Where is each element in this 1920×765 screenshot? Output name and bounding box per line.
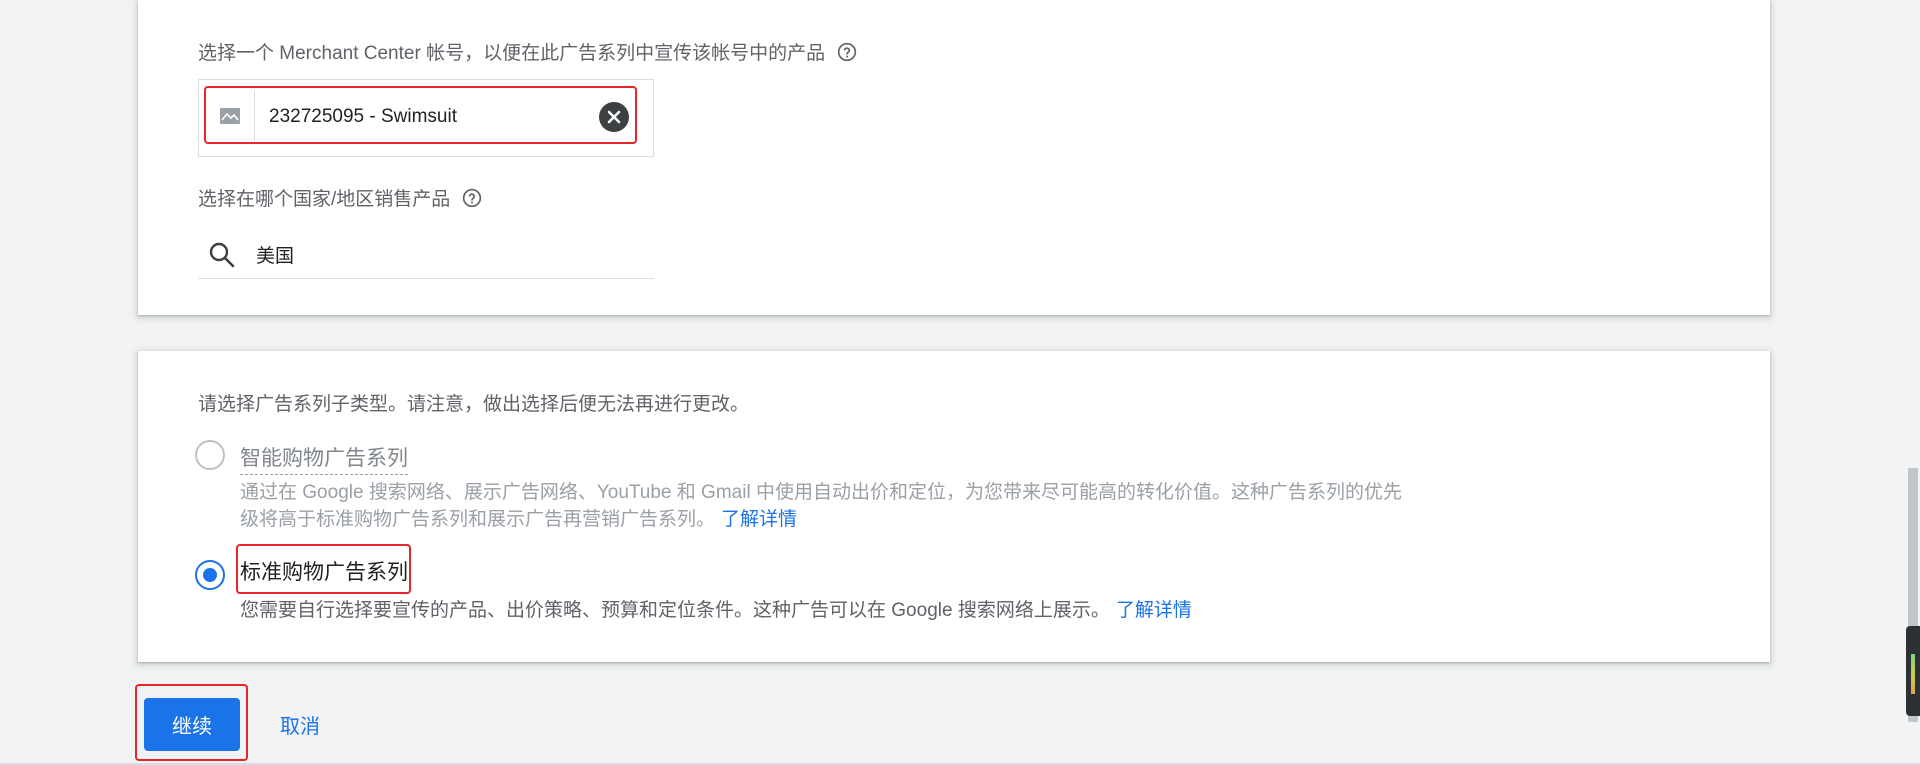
subtype-label: 请选择广告系列子类型。请注意，做出选择后便无法再进行更改。 bbox=[198, 394, 750, 415]
standard-shopping-description: 您需要自行选择要宣传的产品、出价策略、预算和定位条件。这种广告可以在 Googl… bbox=[240, 597, 1420, 624]
search-icon bbox=[208, 241, 236, 269]
side-widget-indicator bbox=[1911, 654, 1915, 694]
side-widget[interactable] bbox=[1906, 626, 1920, 716]
merchant-label-row: 选择一个 Merchant Center 帐号，以便在此广告系列中宣传该帐号中的… bbox=[198, 38, 857, 65]
country-label: 选择在哪个国家/地区销售产品 bbox=[198, 189, 451, 210]
smart-shopping-description-text: 通过在 Google 搜索网络、展示广告网络、YouTube 和 Gmail 中… bbox=[240, 482, 1402, 530]
campaign-setup-page: 选择一个 Merchant Center 帐号，以便在此广告系列中宣传该帐号中的… bbox=[0, 0, 1920, 765]
country-search-field bbox=[198, 229, 654, 279]
standard-highlight-frame bbox=[236, 544, 411, 594]
standard-shopping-radio[interactable] bbox=[195, 560, 225, 590]
merchant-country-card: 选择一个 Merchant Center 帐号，以便在此广告系列中宣传该帐号中的… bbox=[138, 0, 1770, 315]
merchant-highlight-frame bbox=[204, 86, 637, 144]
help-circle-icon[interactable] bbox=[462, 188, 482, 208]
standard-shopping-description-text: 您需要自行选择要宣传的产品、出价策略、预算和定位条件。这种广告可以在 Googl… bbox=[240, 600, 1110, 621]
merchant-label: 选择一个 Merchant Center 帐号，以便在此广告系列中宣传该帐号中的… bbox=[198, 43, 826, 64]
smart-shopping-title[interactable]: 智能购物广告系列 bbox=[240, 442, 408, 475]
smart-shopping-radio[interactable] bbox=[195, 440, 225, 470]
smart-shopping-description: 通过在 Google 搜索网络、展示广告网络、YouTube 和 Gmail 中… bbox=[240, 479, 1420, 533]
continue-button[interactable]: 继续 bbox=[144, 698, 240, 751]
smart-shopping-learn-more-link[interactable]: 了解详情 bbox=[721, 509, 797, 530]
country-input[interactable] bbox=[256, 239, 636, 269]
country-label-row: 选择在哪个国家/地区销售产品 bbox=[198, 184, 482, 211]
standard-shopping-learn-more-link[interactable]: 了解详情 bbox=[1116, 600, 1192, 621]
help-circle-icon[interactable] bbox=[837, 42, 857, 62]
cancel-button[interactable]: 取消 bbox=[268, 698, 332, 751]
campaign-subtype-card: 请选择广告系列子类型。请注意，做出选择后便无法再进行更改。 智能购物广告系列 通… bbox=[138, 351, 1770, 662]
